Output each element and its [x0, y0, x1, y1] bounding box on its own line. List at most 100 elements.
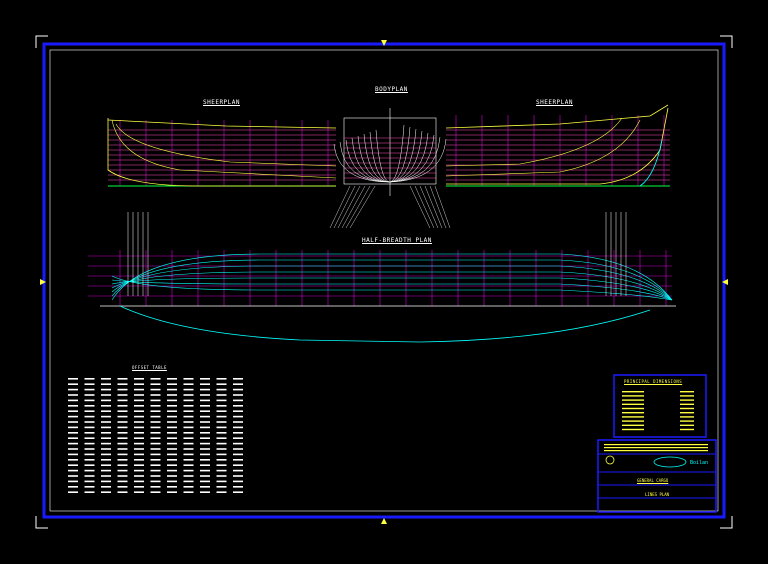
- section-aft: [345, 139, 391, 183]
- offset-cell: [101, 426, 111, 429]
- leader-aft: [345, 185, 371, 229]
- offset-cell: [183, 442, 194, 445]
- offset-cell: [68, 399, 78, 402]
- offset-cell: [167, 399, 177, 402]
- offset-cell: [134, 442, 144, 445]
- leader-fwd: [429, 185, 447, 229]
- offset-cell: [134, 486, 144, 488]
- offset-cell: [101, 453, 111, 456]
- offset-cell: [84, 486, 95, 488]
- offset-cell: [167, 491, 177, 493]
- offset-cell: [134, 491, 144, 493]
- offset-cell: [117, 491, 128, 493]
- particulars-value: [680, 399, 694, 401]
- offset-cell: [150, 486, 161, 488]
- leader-fwd: [434, 185, 451, 229]
- offset-cell: [134, 464, 144, 466]
- particulars-label: [622, 428, 644, 431]
- offset-cell: [117, 453, 128, 456]
- offset-cell: [68, 459, 78, 461]
- offset-cell: [150, 399, 161, 402]
- offset-cell: [200, 399, 210, 402]
- offset-cell: [150, 464, 161, 466]
- offset-cell: [200, 469, 210, 472]
- particulars-label: [622, 399, 644, 401]
- offset-cell: [117, 459, 128, 461]
- offset-cell: [200, 491, 210, 493]
- offset-cell: [84, 475, 95, 477]
- offset-cell: [84, 437, 95, 439]
- offset-cell: [68, 469, 78, 472]
- offset-cell: [183, 448, 194, 450]
- offset-cell: [134, 378, 144, 380]
- offset-cell: [68, 475, 78, 477]
- offset-cell: [150, 383, 161, 385]
- offset-cell: [68, 421, 78, 423]
- offset-cell: [84, 415, 95, 418]
- offset-cell: [117, 464, 128, 466]
- offset-cell: [101, 464, 111, 466]
- offset-cell: [101, 437, 111, 439]
- offset-cell: [167, 410, 177, 412]
- offset-cell: [183, 410, 194, 412]
- offset-cell: [117, 475, 128, 477]
- offset-cell: [84, 383, 95, 385]
- particulars-value: [680, 420, 694, 422]
- offset-cell: [216, 453, 227, 456]
- offset-cell: [101, 388, 111, 391]
- offset-cell: [216, 405, 227, 407]
- section-fwd: [389, 138, 447, 183]
- title-block-note: [604, 447, 708, 449]
- offset-cell: [167, 453, 177, 456]
- offset-cell: [200, 410, 210, 412]
- offset-cell: [84, 410, 95, 412]
- offset-cell: [84, 378, 95, 380]
- body-plan-title: BODYPLAN: [375, 86, 408, 93]
- offset-cell: [183, 480, 194, 483]
- offset-cell: [167, 469, 177, 472]
- offset-cell: [167, 475, 177, 477]
- offset-cell: [216, 464, 227, 466]
- offset-cell: [233, 442, 243, 445]
- offset-cell: [84, 491, 95, 493]
- stem-line: [639, 139, 663, 187]
- offset-cell: [167, 464, 177, 466]
- offset-cell: [84, 459, 95, 461]
- offset-cell: [200, 486, 210, 488]
- offset-cell: [101, 448, 111, 450]
- offset-cell: [134, 405, 144, 407]
- offset-cell: [117, 448, 128, 450]
- offset-cell: [68, 480, 78, 483]
- offset-cell: [183, 491, 194, 493]
- offset-cell: [216, 437, 227, 439]
- offset-cell: [233, 469, 243, 472]
- offset-cell: [101, 394, 111, 396]
- offset-cell: [84, 432, 95, 434]
- offset-cell: [167, 486, 177, 488]
- offset-cell: [117, 421, 128, 423]
- offset-cell: [101, 469, 111, 472]
- offset-cell: [216, 469, 227, 472]
- offset-cell: [183, 459, 194, 461]
- offset-cell: [117, 426, 128, 429]
- offset-cell: [101, 486, 111, 488]
- offset-cell: [200, 378, 210, 380]
- particulars-label: [622, 416, 644, 418]
- offset-cell: [233, 480, 243, 483]
- offset-cell: [84, 442, 95, 445]
- offset-cell: [183, 415, 194, 418]
- company-mark: Boilan: [690, 460, 709, 466]
- offset-cell: [101, 405, 111, 407]
- offset-cell: [183, 432, 194, 434]
- section-fwd: [389, 124, 405, 183]
- offset-cell: [200, 421, 210, 423]
- section-fwd: [389, 134, 435, 183]
- offset-cell: [233, 453, 243, 456]
- offset-cell: [183, 453, 194, 456]
- particulars-label: [622, 407, 644, 410]
- offset-cell: [216, 421, 227, 423]
- offset-cell: [216, 399, 227, 402]
- offset-cell: [150, 453, 161, 456]
- offset-cell: [68, 453, 78, 456]
- offset-cell: [117, 437, 128, 439]
